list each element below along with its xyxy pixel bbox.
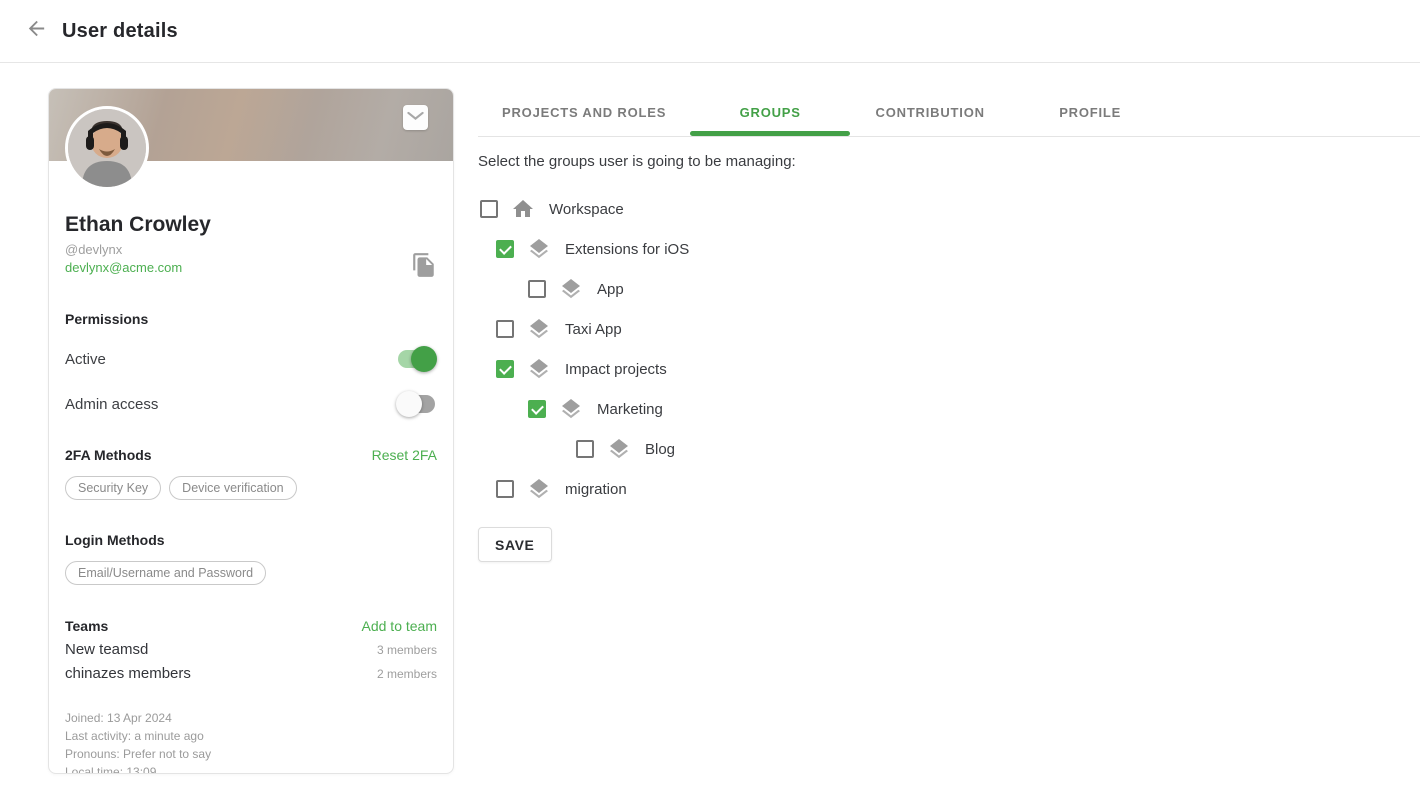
copy-button[interactable]	[411, 252, 437, 278]
checkbox[interactable]	[576, 440, 594, 458]
checkbox[interactable]	[496, 360, 514, 378]
tab-groups[interactable]: GROUPS	[690, 88, 850, 136]
twofa-heading: 2FA Methods	[65, 447, 152, 463]
tree-item-blog[interactable]: Blog	[478, 429, 1420, 469]
add-to-team-link[interactable]: Add to team	[362, 618, 438, 634]
back-button[interactable]	[12, 7, 60, 55]
checkbox[interactable]	[528, 280, 546, 298]
team-name: New teamsd	[65, 641, 148, 658]
user-email-link[interactable]: devlynx@acme.com	[65, 260, 182, 275]
active-toggle-row: Active	[65, 346, 437, 372]
app-header: User details	[0, 0, 1420, 63]
home-icon	[511, 197, 535, 221]
reset-2fa-link[interactable]: Reset 2FA	[372, 447, 437, 463]
active-label: Active	[65, 351, 106, 368]
login-method-chip: Email/Username and Password	[65, 561, 266, 585]
layers-icon	[559, 277, 583, 301]
avatar	[65, 106, 149, 190]
save-button[interactable]: SAVE	[478, 527, 552, 562]
team-name: chinazes members	[65, 665, 191, 682]
user-details-panel: PROJECTS AND ROLES GROUPS CONTRIBUTION P…	[478, 88, 1420, 562]
tree-item-workspace[interactable]: Workspace	[478, 189, 1420, 229]
permissions-heading: Permissions	[65, 311, 437, 327]
twofa-chip-security-key: Security Key	[65, 476, 161, 500]
user-profile-card: Ethan Crowley @devlynx devlynx@acme.com …	[48, 88, 454, 774]
envelope-icon	[407, 109, 424, 127]
page-title: User details	[62, 20, 178, 43]
twofa-chip-device-verification: Device verification	[169, 476, 296, 500]
groups-tree: Workspace Extensions for iOS App Taxi Ap…	[478, 189, 1420, 509]
tree-item-taxi-app[interactable]: Taxi App	[478, 309, 1420, 349]
admin-access-label: Admin access	[65, 396, 158, 413]
arrow-left-icon	[25, 17, 48, 45]
copy-icon	[411, 265, 437, 282]
tree-item-extensions-for-ios[interactable]: Extensions for iOS	[478, 229, 1420, 269]
tab-contribution[interactable]: CONTRIBUTION	[850, 88, 1010, 136]
layers-icon	[607, 437, 631, 461]
tree-item-migration[interactable]: migration	[478, 469, 1420, 509]
meta-joined: Joined: 13 Apr 2024	[65, 709, 437, 727]
admin-access-toggle-row: Admin access	[65, 391, 437, 417]
send-email-button[interactable]	[403, 105, 428, 130]
tree-item-impact-projects[interactable]: Impact projects	[478, 349, 1420, 389]
tabbar: PROJECTS AND ROLES GROUPS CONTRIBUTION P…	[478, 88, 1420, 137]
tree-item-marketing[interactable]: Marketing	[478, 389, 1420, 429]
layers-icon	[527, 477, 551, 501]
avatar-photo	[68, 109, 146, 187]
team-row: chinazes members 2 members	[65, 665, 437, 682]
admin-access-toggle[interactable]	[396, 391, 437, 417]
meta-pronouns: Pronouns: Prefer not to say	[65, 745, 437, 763]
tab-profile[interactable]: PROFILE	[1010, 88, 1170, 136]
groups-instruction: Select the groups user is going to be ma…	[478, 153, 1420, 170]
login-methods-heading: Login Methods	[65, 532, 437, 548]
checkbox[interactable]	[480, 200, 498, 218]
checkbox[interactable]	[528, 400, 546, 418]
teams-heading: Teams	[65, 618, 108, 634]
active-toggle[interactable]	[396, 346, 437, 372]
layers-icon	[527, 317, 551, 341]
user-name: Ethan Crowley	[65, 213, 437, 237]
tab-projects-and-roles[interactable]: PROJECTS AND ROLES	[478, 88, 690, 136]
team-members-count: 2 members	[377, 667, 437, 681]
layers-icon	[559, 397, 583, 421]
user-handle: @devlynx	[65, 242, 437, 257]
team-members-count: 3 members	[377, 643, 437, 657]
layers-icon	[527, 357, 551, 381]
checkbox[interactable]	[496, 240, 514, 258]
meta-local-time: Local time: 13:09	[65, 763, 437, 774]
checkbox[interactable]	[496, 480, 514, 498]
user-meta-block: Joined: 13 Apr 2024 Last activity: a min…	[65, 709, 437, 774]
meta-last-activity: Last activity: a minute ago	[65, 727, 437, 745]
checkbox[interactable]	[496, 320, 514, 338]
layers-icon	[527, 237, 551, 261]
tree-item-app[interactable]: App	[478, 269, 1420, 309]
profile-card-content: Ethan Crowley @devlynx devlynx@acme.com …	[49, 213, 453, 774]
team-row: New teamsd 3 members	[65, 641, 437, 658]
